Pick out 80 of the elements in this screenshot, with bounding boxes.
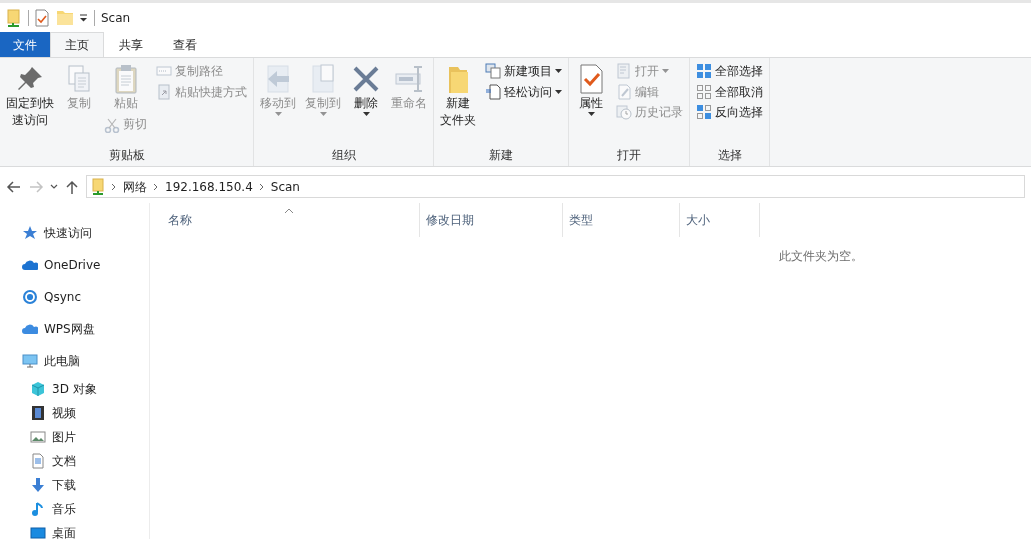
- star-icon: [22, 225, 38, 241]
- film-icon: [30, 405, 46, 421]
- breadcrumb-item[interactable]: 192.168.150.4: [165, 177, 253, 196]
- nav-item[interactable]: OneDrive: [22, 256, 101, 274]
- document-icon: [30, 453, 46, 469]
- chevron-right-icon: [258, 182, 265, 191]
- cube-icon: [30, 381, 46, 397]
- ribbon-tab[interactable]: 查看: [158, 32, 212, 57]
- address-bar[interactable]: 网络 192.168.150.4 Scan: [86, 175, 1025, 198]
- image-icon: [30, 429, 46, 445]
- forward-icon: [28, 178, 44, 195]
- ribbon-button[interactable]: 属性: [572, 61, 610, 119]
- nav-item[interactable]: 文档: [30, 452, 76, 470]
- nav-item[interactable]: Qsync: [22, 288, 81, 306]
- grid-icon: [696, 104, 712, 121]
- back-button[interactable]: [6, 178, 22, 195]
- clock-icon: [616, 104, 632, 121]
- caret-icon: [274, 112, 282, 117]
- column-header[interactable]: 大小: [680, 203, 760, 237]
- ribbon-button[interactable]: 全部选择: [693, 61, 766, 82]
- nav-item[interactable]: 桌面: [30, 524, 76, 539]
- nav-item[interactable]: 音乐: [30, 500, 76, 518]
- caret-icon: [587, 112, 595, 117]
- group-label: 选择: [716, 147, 743, 165]
- empty-folder-message: 此文件夹为空。: [778, 249, 863, 263]
- nav-item[interactable]: 此电脑: [22, 352, 80, 370]
- caret-icon: [555, 89, 562, 94]
- ribbon-button[interactable]: 固定到快 速访问: [3, 61, 57, 132]
- pencil-document-icon: [616, 83, 632, 100]
- nav-item[interactable]: 快速访问: [22, 224, 92, 242]
- column-header[interactable]: 名称: [150, 203, 420, 237]
- caret-icon: [662, 69, 669, 74]
- column-header[interactable]: 修改日期: [420, 203, 563, 237]
- new-item-icon: [485, 63, 501, 80]
- network-folder-icon: [6, 9, 22, 27]
- caret-icon: [319, 112, 327, 117]
- chevron-right-icon: [153, 182, 159, 191]
- group-label: 剪贴板: [107, 147, 146, 165]
- back-icon: [6, 178, 22, 195]
- nav-item[interactable]: 图片: [30, 428, 76, 446]
- up-icon: [64, 178, 80, 195]
- ribbon-tab[interactable]: 文件: [0, 32, 50, 57]
- caret-icon: [555, 69, 562, 74]
- caret-icon: [362, 112, 370, 117]
- grid-icon: [696, 83, 712, 100]
- music-note-icon: [30, 501, 46, 517]
- dropdown-icon: [79, 14, 88, 22]
- ribbon-button[interactable]: 删除: [347, 61, 385, 119]
- ribbon-button[interactable]: 新建 文件夹: [437, 61, 479, 132]
- ribbon-button[interactable]: 全部取消: [693, 81, 766, 103]
- document-icon: [485, 83, 501, 100]
- nav-item[interactable]: 视频: [30, 404, 76, 422]
- group-label: 组织: [330, 147, 357, 165]
- group-label: 打开: [616, 147, 642, 165]
- folder-icon: [55, 8, 73, 28]
- nav-item[interactable]: 3D 对象: [30, 380, 97, 398]
- shortcut-icon: [156, 83, 172, 100]
- ribbon-tab[interactable]: 主页: [50, 32, 104, 57]
- text-cursor-icon: [393, 63, 425, 95]
- nav-item[interactable]: WPS网盘: [22, 320, 95, 338]
- desktop-icon: [30, 525, 46, 539]
- up-button[interactable]: [64, 178, 80, 195]
- group-label: 新建: [488, 147, 514, 165]
- ribbon-button[interactable]: 新建项目: [482, 61, 565, 82]
- grid-icon: [696, 63, 712, 80]
- breadcrumb-item[interactable]: 网络: [123, 177, 147, 196]
- scissors-icon: [104, 116, 120, 133]
- properties-icon: [35, 9, 49, 27]
- ribbon-button[interactable]: 反向选择: [693, 102, 766, 123]
- nav-item[interactable]: 下载: [30, 476, 76, 494]
- list-document-icon: [616, 63, 632, 80]
- window-title: Scan: [101, 10, 131, 27]
- download-icon: [30, 477, 46, 493]
- column-header[interactable]: 类型: [563, 203, 680, 237]
- ribbon-button[interactable]: 轻松访问: [482, 81, 565, 103]
- ribbon-tab[interactable]: 共享: [104, 32, 158, 57]
- network-folder-icon: [91, 177, 105, 196]
- chevron-right-icon: [111, 182, 117, 191]
- breadcrumb-item[interactable]: Scan: [270, 177, 300, 196]
- monitor-icon: [22, 353, 38, 369]
